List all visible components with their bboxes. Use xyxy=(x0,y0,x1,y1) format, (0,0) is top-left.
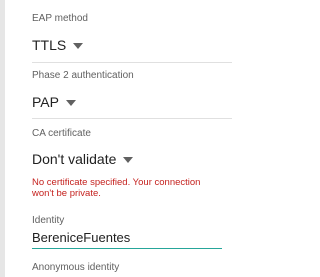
identity-input[interactable]: BereniceFuentes xyxy=(32,230,222,249)
chevron-down-icon xyxy=(73,43,84,49)
ca-certificate-dropdown[interactable]: Don't validate xyxy=(32,151,134,167)
phase2-auth-dropdown[interactable]: PAP xyxy=(32,94,76,110)
chevron-down-icon xyxy=(65,100,76,106)
panel-left-edge xyxy=(0,0,5,277)
divider xyxy=(32,118,232,119)
phase2-auth-label: Phase 2 authentication xyxy=(32,70,134,81)
wifi-eap-settings-panel: EAP method TTLS Phase 2 authentication P… xyxy=(0,0,260,277)
chevron-down-icon xyxy=(123,157,134,163)
phase2-auth-value: PAP xyxy=(32,94,59,110)
ca-certificate-warning: No certificate specified. Your connectio… xyxy=(32,177,201,199)
ca-certificate-label: CA certificate xyxy=(32,128,91,139)
ca-certificate-value: Don't validate xyxy=(32,151,117,167)
eap-method-label: EAP method xyxy=(32,13,88,24)
eap-method-dropdown[interactable]: TTLS xyxy=(32,37,84,53)
identity-label: Identity xyxy=(32,215,65,226)
divider xyxy=(32,62,232,63)
anonymous-identity-label: Anonymous identity xyxy=(32,262,120,273)
eap-method-value: TTLS xyxy=(32,37,67,53)
